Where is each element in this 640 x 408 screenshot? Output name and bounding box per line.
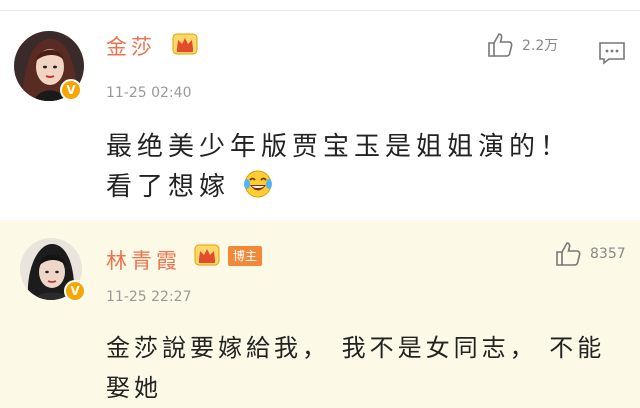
thumbs-up-icon — [556, 242, 581, 266]
timestamp: 11-25 22:27 — [106, 289, 192, 305]
comment-line: 看了想嫁 — [106, 167, 606, 207]
host-badge: 博主 — [228, 246, 263, 266]
verified-badge: V — [64, 280, 86, 302]
thumbs-up-icon — [488, 33, 513, 57]
comment-item: V 金莎 11-25 02:40 2.2万 最绝美少年版贾宝玉是姐姐演的！ 看了… — [0, 11, 640, 220]
like-button[interactable]: 8357 — [554, 240, 626, 268]
like-button[interactable]: 2.2万 — [486, 31, 558, 59]
verified-badge: V — [60, 79, 82, 101]
comment-line: 最绝美少年版贾宝玉是姐姐演的！ — [106, 132, 572, 162]
like-count: 8357 — [590, 246, 626, 262]
laughing-tears-emoji-icon — [244, 170, 273, 198]
timestamp: 11-25 02:40 — [106, 85, 192, 101]
comment-text: 最绝美少年版贾宝玉是姐姐演的！ 看了想嫁 — [106, 127, 606, 207]
crown-icon — [194, 244, 220, 266]
username[interactable]: 林青霞 — [106, 245, 181, 275]
comment-icon[interactable] — [598, 41, 626, 65]
comment-text: 金莎說要嫁給我， 我不是女同志， 不能 娶她 — [106, 328, 606, 408]
comment-line: 金莎說要嫁給我， 我不是女同志， 不能 — [106, 334, 606, 362]
username[interactable]: 金莎 — [106, 31, 156, 61]
comment-item-highlighted: V 林青霞 博主 11-25 22:27 8357 金莎說要嫁給我， 我不是女同… — [0, 220, 640, 408]
comment-line-text: 看了想嫁 — [106, 172, 231, 202]
like-count: 2.2万 — [522, 38, 559, 54]
crown-icon — [172, 33, 198, 55]
comment-line: 娶她 — [106, 374, 162, 402]
